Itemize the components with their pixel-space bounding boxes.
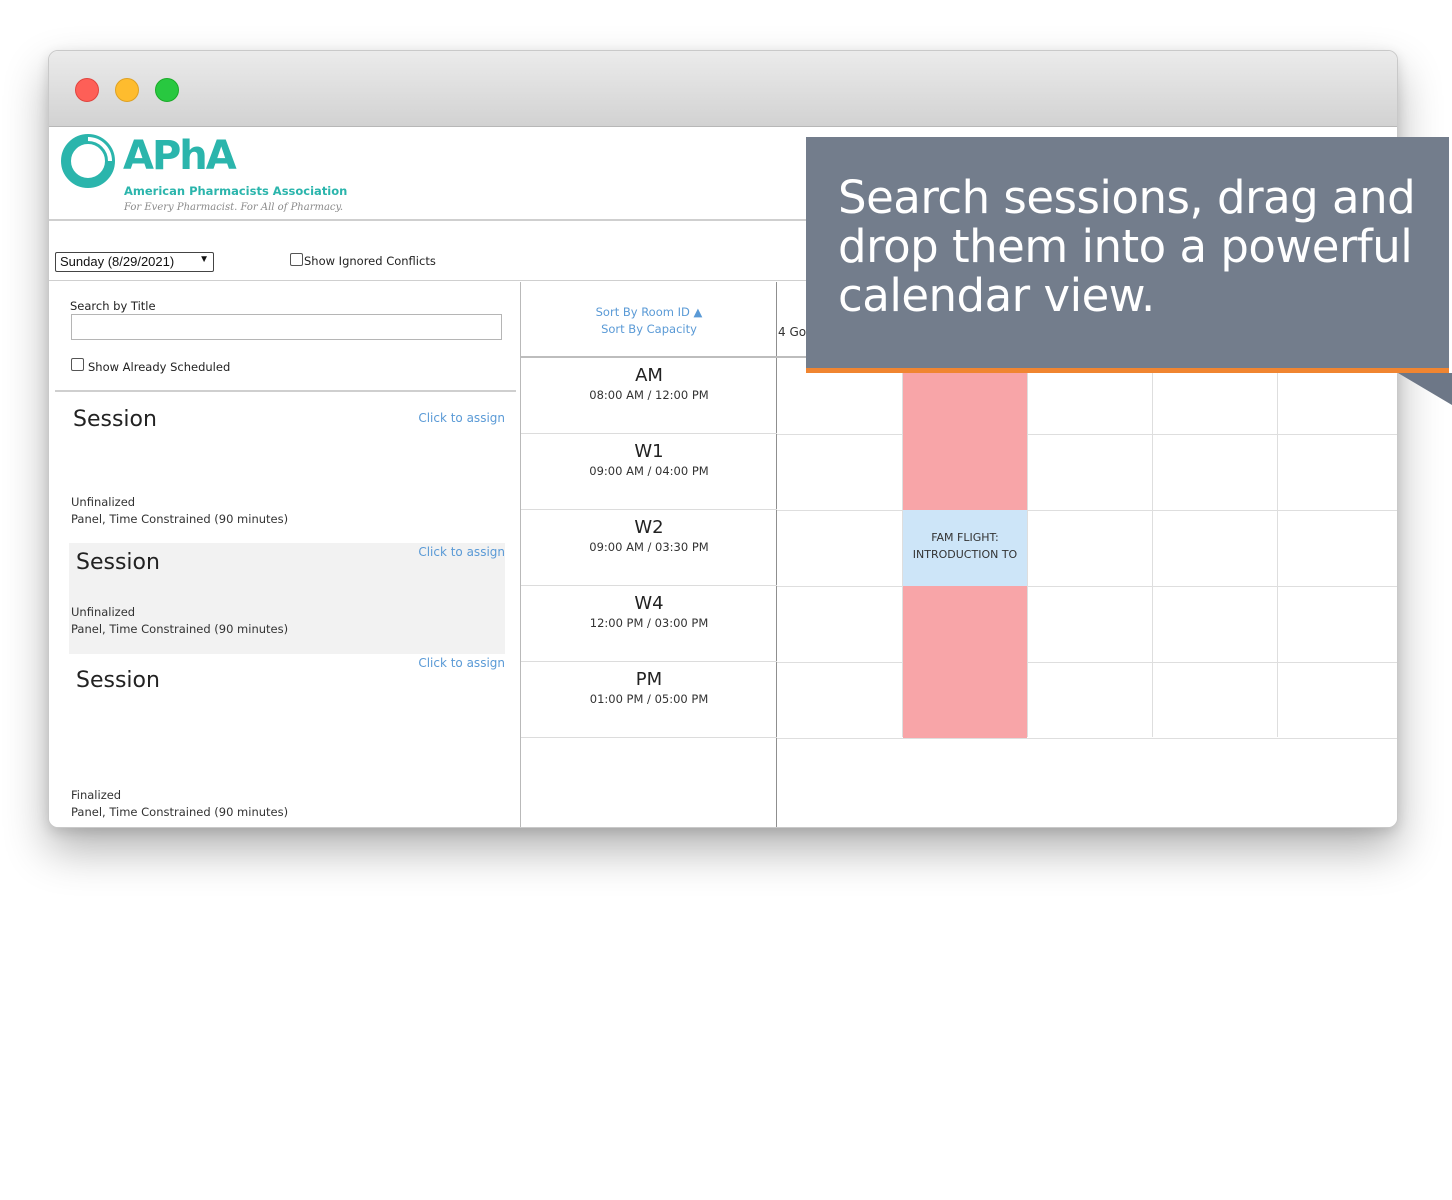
sort-by-room-link[interactable]: Sort By Room ID ▲ xyxy=(521,305,777,319)
session-status: Unfinalized xyxy=(71,495,136,509)
show-ignored-conflicts-checkbox[interactable] xyxy=(290,253,303,266)
show-already-scheduled-label: Show Already Scheduled xyxy=(88,360,231,374)
logo-organization-name: American Pharmacists Association xyxy=(124,184,348,198)
divider xyxy=(55,390,516,392)
conflict-cell[interactable] xyxy=(903,662,1027,738)
apha-logo-icon xyxy=(61,134,115,188)
slot-time: 09:00 AM / 04:00 PM xyxy=(589,464,709,478)
chevron-down-icon: ▼ xyxy=(199,254,209,265)
time-slot-row: PM 01:00 PM / 05:00 PM xyxy=(521,662,777,738)
click-to-assign-link[interactable]: Click to assign xyxy=(418,545,505,559)
grid-row-line xyxy=(777,586,1397,587)
click-to-assign-link[interactable]: Click to assign xyxy=(418,656,505,670)
session-title: Session xyxy=(76,550,160,575)
slot-name: W1 xyxy=(634,441,664,462)
slot-name: AM xyxy=(635,365,663,386)
session-type: Panel, Time Constrained (90 minutes) xyxy=(71,512,289,526)
grid-row-line xyxy=(777,738,1397,739)
session-list-panel: Search by Title Show Already Scheduled S… xyxy=(55,282,521,827)
scheduled-session-title-line1: FAM FLIGHT: xyxy=(931,531,999,544)
session-card[interactable]: Session Click to assign Finalized Panel,… xyxy=(69,654,505,824)
session-title: Session xyxy=(76,668,160,693)
conflict-cell[interactable] xyxy=(903,434,1027,510)
slot-time: 08:00 AM / 12:00 PM xyxy=(589,388,709,402)
time-slot-row: W2 09:00 AM / 03:30 PM xyxy=(521,510,777,586)
slot-time: 12:00 PM / 03:00 PM xyxy=(589,616,709,630)
callout-pointer xyxy=(1398,373,1452,405)
session-type: Panel, Time Constrained (90 minutes) xyxy=(71,622,289,636)
time-slot-row: W1 09:00 AM / 04:00 PM xyxy=(521,434,777,510)
slot-name: W4 xyxy=(634,593,664,614)
slot-time: 01:00 PM / 05:00 PM xyxy=(589,692,709,706)
slot-name: PM xyxy=(635,669,663,690)
grid-row-line xyxy=(777,662,1397,663)
close-window-button[interactable] xyxy=(75,78,99,102)
search-input[interactable] xyxy=(71,314,502,340)
feature-callout: Search sessions, drag and drop them into… xyxy=(806,137,1449,373)
sort-by-capacity-link[interactable]: Sort By Capacity xyxy=(521,322,777,336)
session-card[interactable]: Session Click to assign Unfinalized Pane… xyxy=(69,393,505,543)
logo-tagline: For Every Pharmacist. For All of Pharmac… xyxy=(124,202,344,213)
session-status: Unfinalized xyxy=(71,605,136,619)
day-select-value: Sunday (8/29/2021) xyxy=(60,254,175,269)
callout-text: Search sessions, drag and drop them into… xyxy=(838,171,1416,322)
show-already-scheduled-checkbox[interactable] xyxy=(71,358,84,371)
scheduled-session-cell[interactable]: FAM FLIGHT: INTRODUCTION TO xyxy=(903,510,1027,586)
slot-time: 09:00 AM / 03:30 PM xyxy=(589,540,709,554)
grid-row-line xyxy=(777,510,1397,511)
grid-row-line xyxy=(777,434,1397,435)
show-ignored-conflicts-label: Show Ignored Conflicts xyxy=(304,254,436,268)
session-card[interactable]: Session Click to assign Unfinalized Pane… xyxy=(69,543,505,654)
title-bar xyxy=(49,51,1397,127)
click-to-assign-link[interactable]: Click to assign xyxy=(418,411,505,425)
time-slot-row: W4 12:00 PM / 03:00 PM xyxy=(521,586,777,662)
slot-name: W2 xyxy=(634,517,664,538)
scheduled-session-title-line2: INTRODUCTION TO xyxy=(912,548,1018,561)
time-slot-row: AM 08:00 AM / 12:00 PM xyxy=(521,358,777,434)
logo-wordmark: APhA xyxy=(123,133,237,179)
session-type: Panel, Time Constrained (90 minutes) xyxy=(71,805,289,819)
zoom-window-button[interactable] xyxy=(155,78,179,102)
room-column-header: 4 Go xyxy=(778,325,807,339)
conflict-cell[interactable] xyxy=(903,586,1027,662)
minimize-window-button[interactable] xyxy=(115,78,139,102)
session-status: Finalized xyxy=(71,788,122,802)
search-label: Search by Title xyxy=(70,299,156,313)
day-select[interactable]: Sunday (8/29/2021) ▼ xyxy=(55,252,214,272)
room-slot-column: Sort By Room ID ▲ Sort By Capacity AM 08… xyxy=(521,282,777,827)
session-title: Session xyxy=(73,407,157,432)
